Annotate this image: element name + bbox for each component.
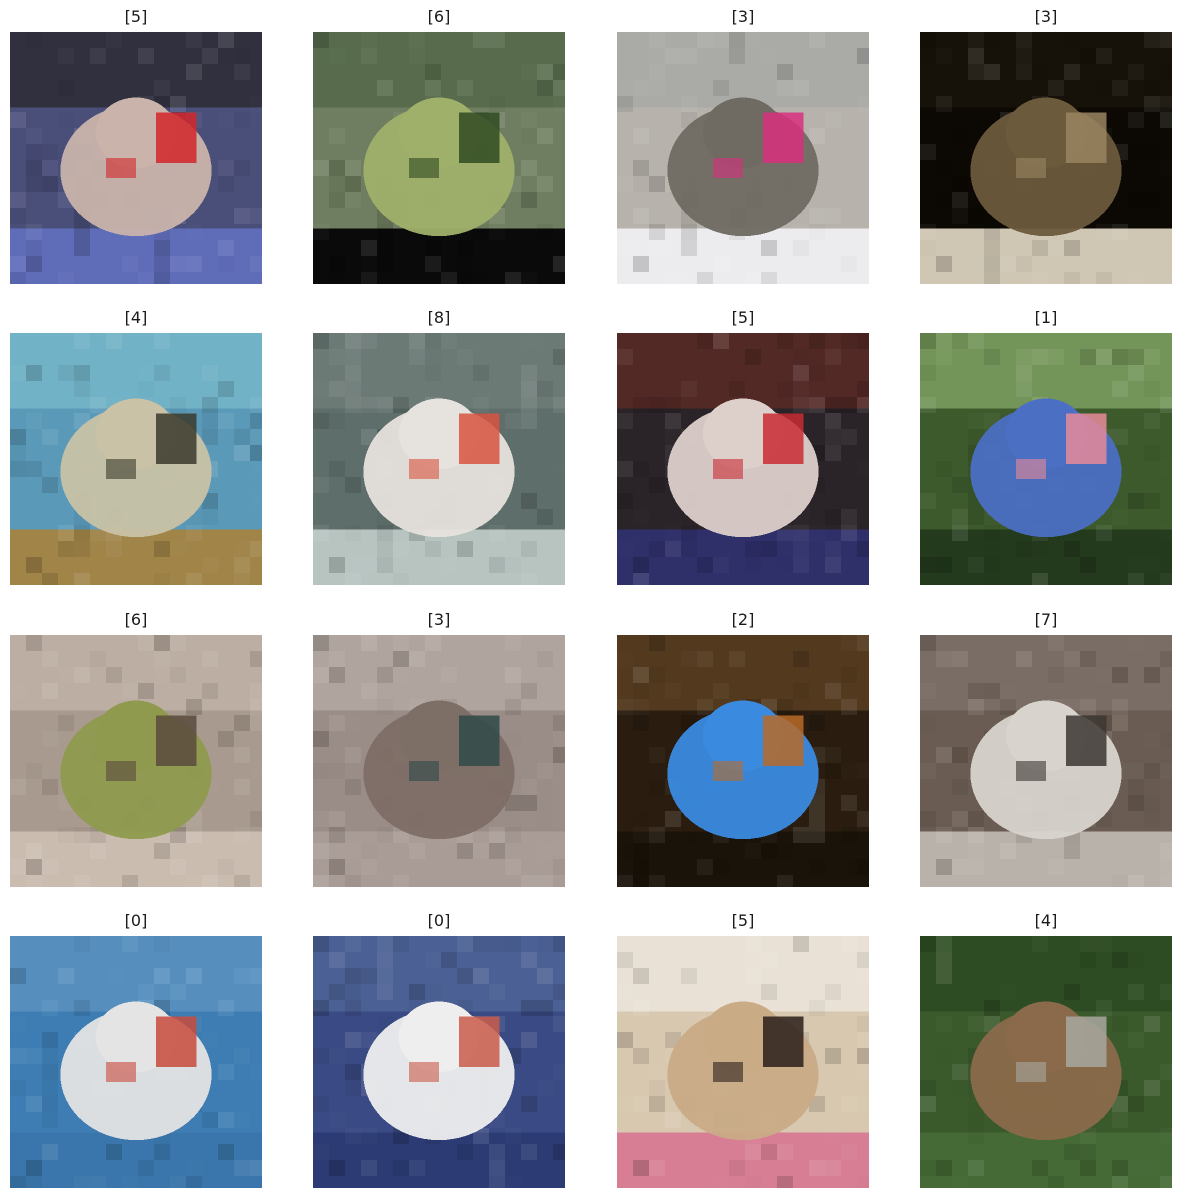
image-label: [3] (427, 610, 451, 629)
image-cell: [3] (313, 607, 565, 887)
image-thumbnail (617, 635, 869, 887)
image-label: [0] (124, 911, 148, 930)
image-thumbnail (313, 333, 565, 585)
image-label: [2] (731, 610, 755, 629)
image-thumbnail (920, 635, 1172, 887)
image-thumbnail (10, 936, 262, 1188)
image-label: [3] (731, 7, 755, 26)
image-label: [1] (1034, 308, 1058, 327)
image-cell: [6] (313, 4, 565, 284)
image-cell: [3] (920, 4, 1172, 284)
image-cell: [3] (617, 4, 869, 284)
image-label: [3] (1034, 7, 1058, 26)
image-cell: [1] (920, 305, 1172, 585)
image-cell: [0] (313, 908, 565, 1188)
image-thumbnail (313, 936, 565, 1188)
image-cell: [6] (10, 607, 262, 887)
image-cell: [4] (10, 305, 262, 585)
image-cell: [5] (617, 305, 869, 585)
image-label: [0] (427, 911, 451, 930)
image-cell: [2] (617, 607, 869, 887)
image-label: [8] (427, 308, 451, 327)
image-cell: [4] (920, 908, 1172, 1188)
image-thumbnail (10, 635, 262, 887)
image-cell: [8] (313, 305, 565, 585)
image-label: [4] (124, 308, 148, 327)
image-thumbnail (10, 32, 262, 284)
image-cell: [5] (617, 908, 869, 1188)
image-thumbnail (920, 333, 1172, 585)
image-cell: [5] (10, 4, 262, 284)
image-thumbnail (313, 635, 565, 887)
image-thumbnail (617, 333, 869, 585)
image-label: [7] (1034, 610, 1058, 629)
image-label: [5] (731, 308, 755, 327)
image-thumbnail (617, 32, 869, 284)
image-cell: [7] (920, 607, 1172, 887)
image-label: [5] (124, 7, 148, 26)
image-label: [4] (1034, 911, 1058, 930)
image-thumbnail (920, 936, 1172, 1188)
image-thumbnail (10, 333, 262, 585)
image-cell: [0] (10, 908, 262, 1188)
image-thumbnail (920, 32, 1172, 284)
image-thumbnail (617, 936, 869, 1188)
image-label: [6] (427, 7, 451, 26)
image-thumbnail (313, 32, 565, 284)
image-label: [5] (731, 911, 755, 930)
image-label: [6] (124, 610, 148, 629)
